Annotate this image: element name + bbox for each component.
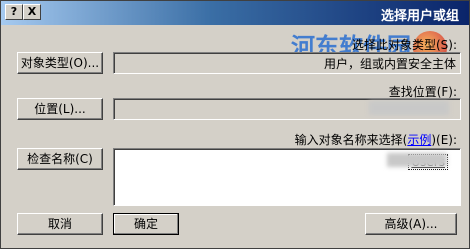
close-icon[interactable]: X (23, 4, 41, 20)
select-users-dialog: 选择用户或组 ? X 河东软件园 www.pc0359.cn 选择此对象类型(S… (0, 0, 470, 249)
advanced-button[interactable]: 高级(A)... (365, 213, 457, 235)
object-type-label: 选择此对象类型(S): (351, 38, 457, 52)
object-types-button[interactable]: 对象类型(O)... (17, 52, 103, 74)
check-names-button[interactable]: 检查名称(C) (17, 148, 103, 170)
object-type-value: 用户，组或内置安全主体 (323, 57, 456, 71)
title-bar: 选择用户或组 ? X (1, 1, 469, 25)
ok-button[interactable]: 确定 (113, 213, 179, 235)
names-redacted (387, 153, 447, 167)
enter-names-label: 输入对象名称来选择(示例)(E): (295, 131, 457, 148)
location-redacted (369, 101, 449, 115)
cancel-button[interactable]: 取消 (17, 213, 103, 235)
enter-names-label-prefix: 输入对象名称来选择( (294, 133, 408, 147)
window-title: 选择用户或组 (380, 9, 459, 24)
object-type-field: 用户，组或内置安全主体 (113, 52, 461, 74)
enter-names-label-suffix: )(E): (431, 133, 457, 147)
help-icon[interactable]: ? (5, 4, 23, 20)
locations-button[interactable]: 位置(L)... (17, 98, 103, 120)
examples-link[interactable]: 示例 (407, 133, 431, 147)
